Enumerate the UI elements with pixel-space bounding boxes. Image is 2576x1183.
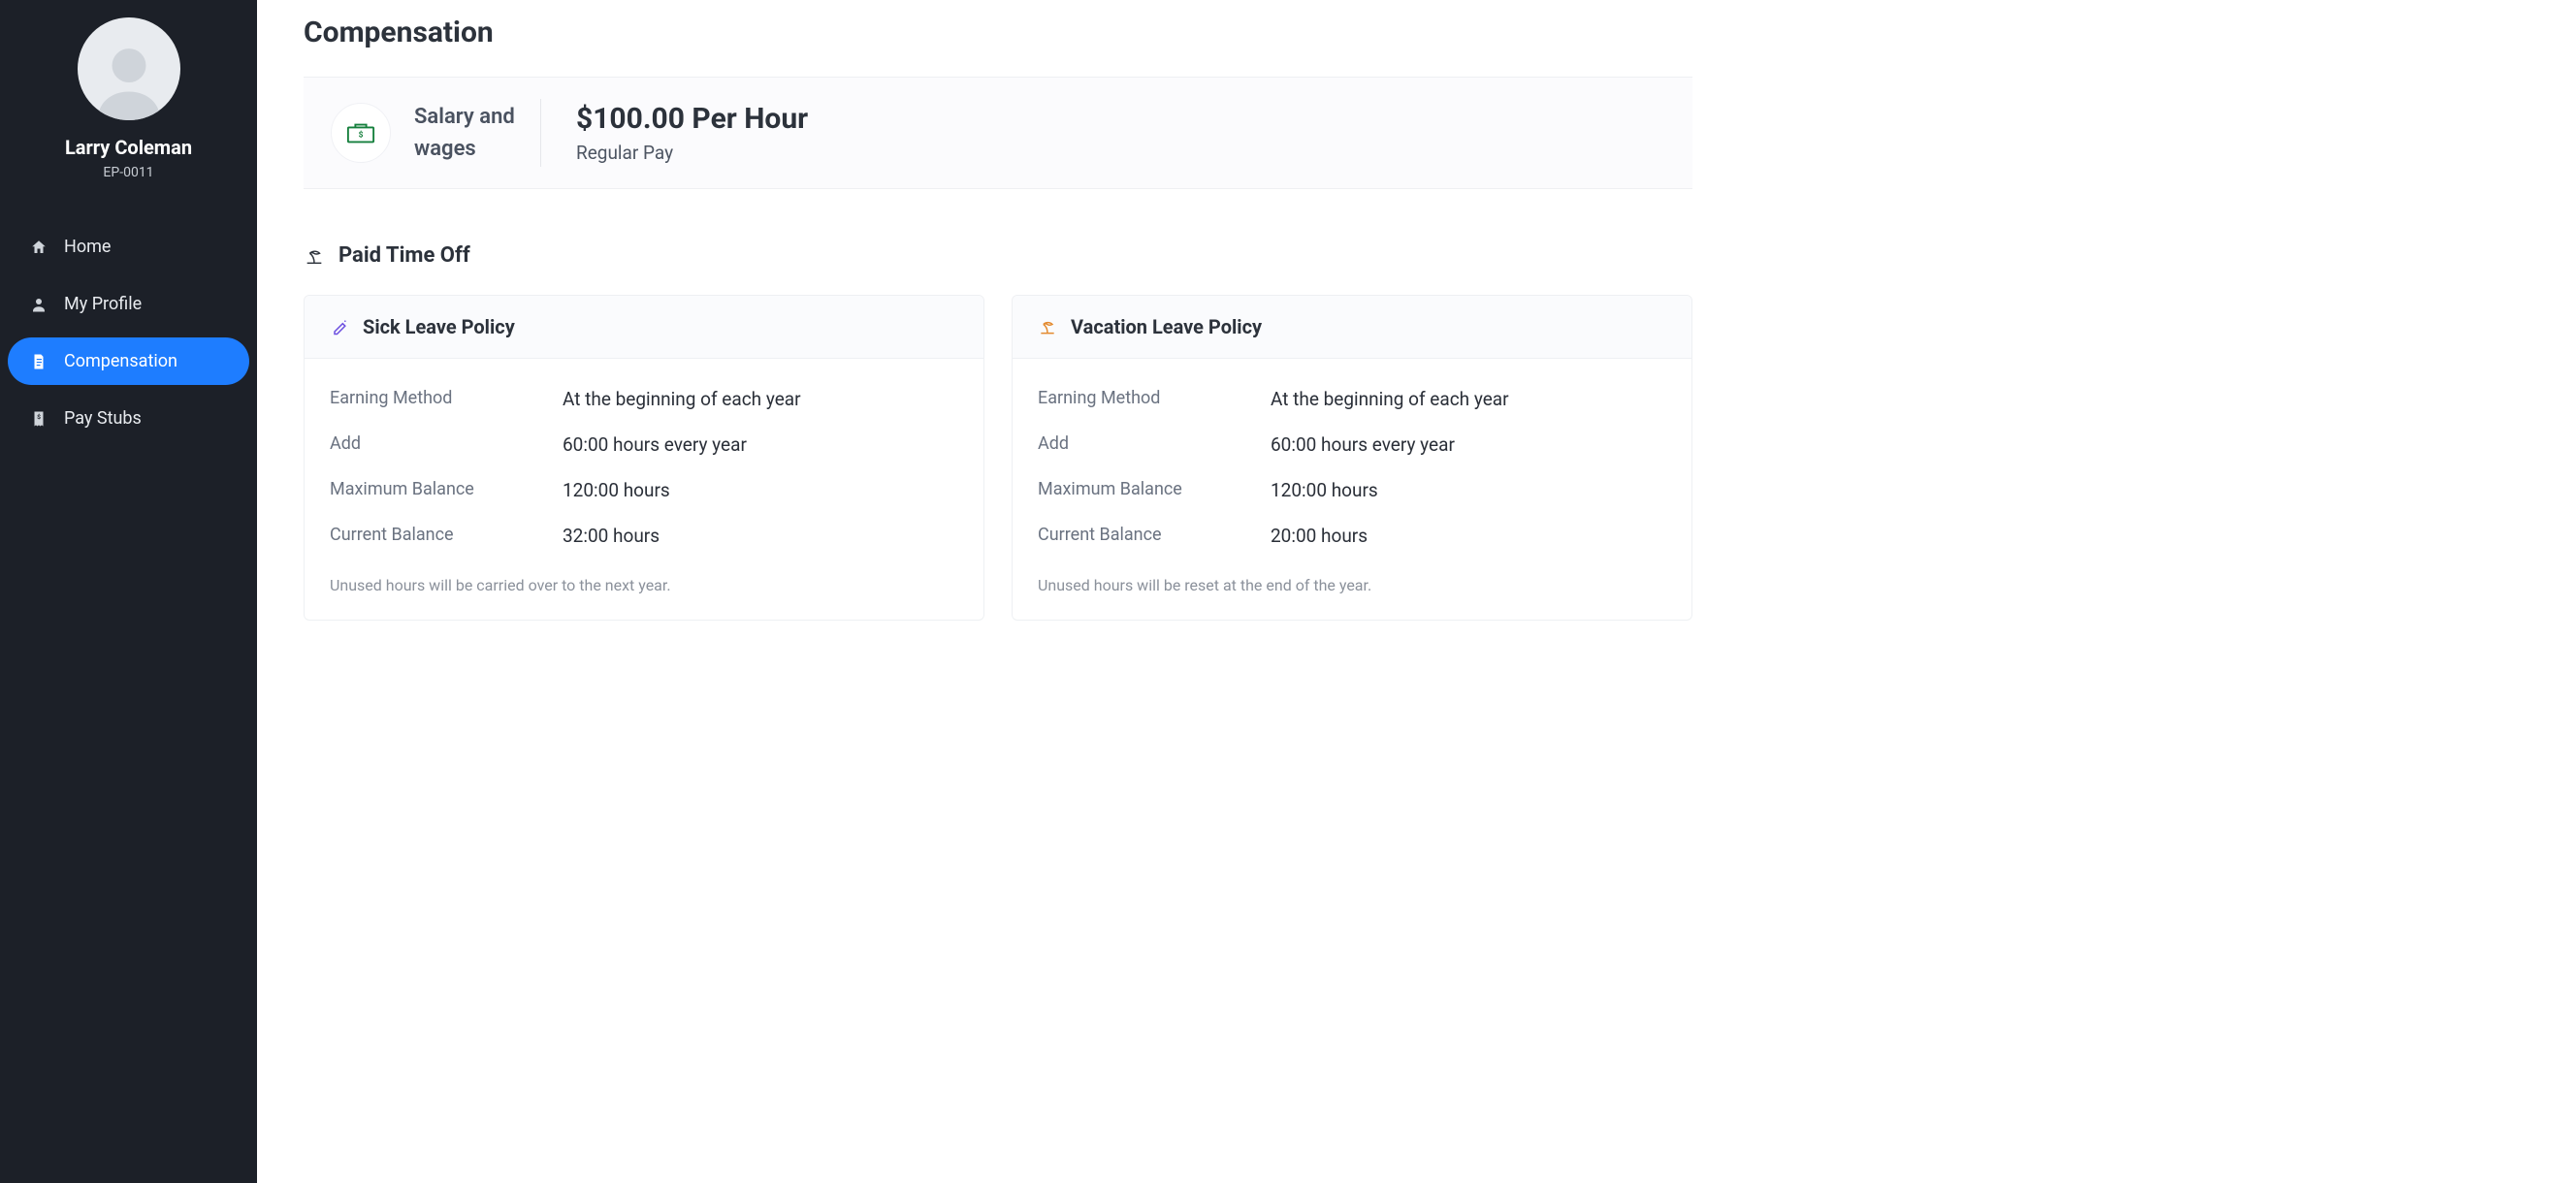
sidebar-item-label: Compensation: [64, 351, 177, 371]
policy-note: Unused hours will be carried over to the…: [330, 559, 958, 594]
detail-label: Earning Method: [1038, 388, 1271, 410]
user-name: Larry Coleman: [65, 136, 192, 159]
sidebar-nav: Home My Profile Compensation $ Pay Stubs: [0, 208, 257, 467]
sidebar-item-profile[interactable]: My Profile: [8, 280, 249, 328]
detail-value: 60:00 hours every year: [1271, 433, 1455, 456]
detail-row: Maximum Balance 120:00 hours: [330, 467, 958, 513]
detail-row: Earning Method At the beginning of each …: [1038, 376, 1666, 422]
salary-block: $ Salary and wages $100.00 Per Hour Regu…: [304, 77, 1692, 189]
document-icon: [29, 353, 48, 370]
salary-icon: $: [331, 103, 391, 163]
sidebar-item-paystubs[interactable]: $ Pay Stubs: [8, 395, 249, 442]
user-id: EP-0011: [103, 165, 153, 180]
receipt-icon: $: [29, 410, 48, 428]
person-icon: [87, 37, 171, 120]
briefcase-money-icon: $: [346, 121, 375, 144]
policy-cards: Sick Leave Policy Earning Method At the …: [304, 295, 1692, 621]
salary-values: $100.00 Per Hour Regular Pay: [576, 102, 808, 164]
policy-header: Vacation Leave Policy: [1013, 296, 1691, 359]
sidebar-item-compensation[interactable]: Compensation: [8, 337, 249, 385]
pto-section-header: Paid Time Off: [304, 243, 1692, 268]
detail-label: Current Balance: [330, 525, 563, 547]
sidebar-item-label: My Profile: [64, 294, 142, 314]
policy-note: Unused hours will be reset at the end of…: [1038, 559, 1666, 594]
sidebar-item-label: Pay Stubs: [64, 408, 142, 429]
detail-value: 120:00 hours: [563, 479, 670, 501]
policy-header: Sick Leave Policy: [305, 296, 983, 359]
divider: [540, 99, 541, 167]
detail-row: Current Balance 32:00 hours: [330, 513, 958, 559]
svg-text:$: $: [359, 130, 364, 141]
detail-label: Maximum Balance: [1038, 479, 1271, 501]
detail-label: Earning Method: [330, 388, 563, 410]
avatar: [78, 17, 180, 120]
detail-value: 120:00 hours: [1271, 479, 1378, 501]
salary-label: Salary and wages: [414, 101, 540, 165]
detail-value: 60:00 hours every year: [563, 433, 747, 456]
detail-row: Add 60:00 hours every year: [330, 422, 958, 467]
thermometer-icon: [330, 317, 349, 336]
umbrella-icon: [1038, 317, 1057, 336]
home-icon: [29, 239, 48, 256]
detail-row: Earning Method At the beginning of each …: [330, 376, 958, 422]
detail-value: At the beginning of each year: [1271, 388, 1509, 410]
policy-title: Sick Leave Policy: [363, 315, 515, 338]
vacation-icon: [304, 245, 325, 267]
detail-label: Add: [1038, 433, 1271, 456]
main-content: Compensation $ Salary and wages $100.00 …: [257, 0, 1731, 1183]
policy-title: Vacation Leave Policy: [1071, 315, 1262, 338]
sick-leave-card: Sick Leave Policy Earning Method At the …: [304, 295, 984, 621]
section-title: Paid Time Off: [338, 243, 470, 268]
policy-body: Earning Method At the beginning of each …: [1013, 359, 1691, 620]
salary-subtitle: Regular Pay: [576, 142, 808, 164]
sidebar-item-label: Home: [64, 237, 111, 257]
detail-row: Maximum Balance 120:00 hours: [1038, 467, 1666, 513]
detail-row: Current Balance 20:00 hours: [1038, 513, 1666, 559]
detail-value: At the beginning of each year: [563, 388, 801, 410]
user-profile: Larry Coleman EP-0011: [0, 17, 257, 208]
person-icon: [29, 296, 48, 313]
policy-body: Earning Method At the beginning of each …: [305, 359, 983, 620]
detail-label: Add: [330, 433, 563, 456]
detail-value: 32:00 hours: [563, 525, 660, 547]
sidebar: Larry Coleman EP-0011 Home My Profile Co…: [0, 0, 257, 1183]
svg-text:$: $: [37, 413, 41, 421]
vacation-leave-card: Vacation Leave Policy Earning Method At …: [1012, 295, 1692, 621]
detail-row: Add 60:00 hours every year: [1038, 422, 1666, 467]
salary-value: $100.00 Per Hour: [576, 102, 808, 136]
detail-label: Maximum Balance: [330, 479, 563, 501]
detail-label: Current Balance: [1038, 525, 1271, 547]
detail-value: 20:00 hours: [1271, 525, 1368, 547]
page-title: Compensation: [304, 16, 1692, 49]
sidebar-item-home[interactable]: Home: [8, 223, 249, 271]
